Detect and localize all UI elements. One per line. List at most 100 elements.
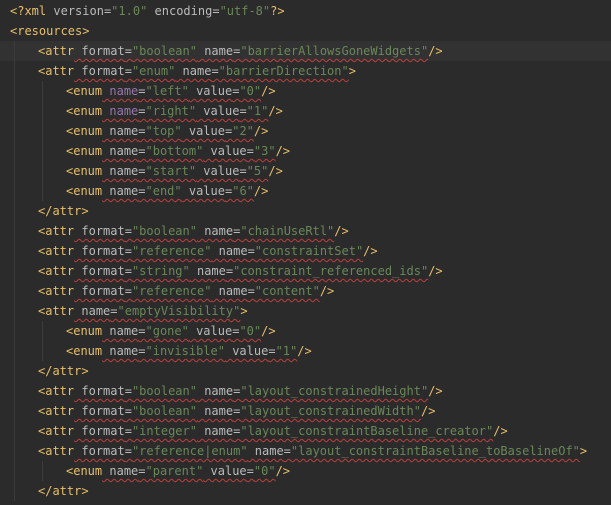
code-token: format — [74, 284, 125, 298]
code-editor[interactable]: <?xml version="1.0" encoding="utf-8"?> <r… — [0, 0, 611, 505]
code-token: = — [124, 444, 132, 458]
code-token: format — [74, 64, 125, 78]
code-line[interactable]: <attr format="boolean" name="chainUseRtl… — [0, 221, 611, 241]
code-token: = — [138, 464, 146, 478]
code-token: = — [138, 104, 146, 118]
code-line[interactable]: <enum name="gone" value="0"/> — [0, 321, 611, 341]
code-line[interactable]: <enum name="bottom" value="3"/> — [0, 141, 611, 161]
code-token: enum — [73, 324, 103, 338]
code-token: "0" — [239, 84, 262, 98]
code-token: name — [196, 404, 234, 418]
code-token: name — [196, 424, 234, 438]
code-token: = — [212, 4, 220, 18]
code-line[interactable]: <enum name="end" value="6"/> — [0, 181, 611, 201]
code-line[interactable]: </attr> — [0, 361, 611, 381]
code-token: value — [181, 124, 225, 138]
code-line[interactable]: <attr format="boolean" name="layout_cons… — [0, 401, 611, 421]
code-token: enum — [73, 104, 103, 118]
code-text: <enum name="top" value="2"/> — [66, 121, 268, 141]
code-token: name — [102, 324, 139, 338]
indent-guide — [14, 261, 15, 281]
code-text: <attr format="boolean" name="layout_cons… — [38, 401, 435, 421]
code-text: <enum name="invisible" value="1"/> — [66, 341, 312, 361]
indent-guide — [14, 141, 15, 161]
code-token: format — [74, 264, 125, 278]
code-token: /> — [319, 284, 335, 298]
code-token: "emptyVisibility" — [117, 304, 241, 318]
code-token: format — [74, 224, 125, 238]
code-token: attr — [52, 364, 82, 378]
code-line[interactable]: <enum name="top" value="2"/> — [0, 121, 611, 141]
code-line[interactable]: <attr format="boolean" name="layout_cons… — [0, 381, 611, 401]
code-token: encoding — [147, 4, 213, 18]
code-token: = — [138, 344, 146, 358]
code-token: format — [74, 44, 125, 58]
code-token: attr — [45, 224, 75, 238]
indent-guide — [14, 101, 15, 121]
indent-guide — [14, 121, 15, 141]
code-token: = — [124, 384, 132, 398]
code-token: = — [138, 144, 146, 158]
code-token: enum — [73, 184, 103, 198]
code-token: value — [188, 324, 233, 338]
code-line[interactable]: <enum name="invisible" value="1"/> — [0, 341, 611, 361]
code-token: /> — [261, 324, 276, 338]
indent-guide — [42, 101, 43, 121]
code-token: "1" — [246, 104, 269, 118]
code-token: "end" — [145, 184, 182, 198]
code-line[interactable]: <attr format="boolean" name="barrierAllo… — [0, 41, 611, 61]
indent-guide — [42, 81, 43, 101]
code-token: > — [81, 204, 89, 218]
code-token: = — [246, 464, 254, 478]
code-token: enum — [73, 464, 103, 478]
code-line[interactable]: <resources> — [0, 21, 611, 41]
code-text: <?xml version="1.0" encoding="utf-8"?> — [10, 1, 285, 21]
code-token: name — [102, 144, 139, 158]
code-token: > — [240, 304, 248, 318]
code-line[interactable]: <attr format="reference" name="constrain… — [0, 241, 611, 261]
code-line[interactable]: </attr> — [0, 201, 611, 221]
code-token: name — [196, 384, 234, 398]
code-line[interactable]: <attr format="reference|enum" name="layo… — [0, 441, 611, 461]
code-token: attr — [52, 484, 82, 498]
code-line[interactable]: <enum name="left" value="0"/> — [0, 81, 611, 101]
code-token: name — [175, 64, 212, 78]
code-line[interactable]: <attr format="reference" name="content"/… — [0, 281, 611, 301]
code-text: </attr> — [38, 481, 89, 501]
code-token: "0" — [253, 464, 276, 478]
code-token: format — [74, 244, 125, 258]
code-line[interactable]: <enum name="start" value="5"/> — [0, 161, 611, 181]
code-token: = — [211, 64, 219, 78]
code-token: format — [74, 404, 125, 418]
code-token: enum — [73, 344, 103, 358]
code-line[interactable]: </attr> — [0, 481, 611, 501]
indent-guide — [14, 461, 15, 481]
code-token: = — [124, 64, 132, 78]
code-token: = — [247, 284, 255, 298]
code-line[interactable]: <attr format="string" name="constraint_r… — [0, 261, 611, 281]
indent-guide — [14, 381, 15, 401]
code-token: name — [211, 284, 248, 298]
code-line[interactable]: <attr format="enum" name="barrierDirecti… — [0, 61, 611, 81]
code-token: value — [196, 164, 240, 178]
code-token: "layout_constraintBaseline_toBaselineOf" — [290, 444, 580, 458]
code-text: <attr format="reference" name="constrain… — [38, 241, 378, 261]
code-text: <resources> — [10, 21, 90, 41]
code-token: = — [138, 124, 146, 138]
code-text: <attr format="reference|enum" name="layo… — [38, 441, 587, 461]
code-token: /> — [334, 224, 349, 238]
code-text: <attr name="emptyVisibility"> — [38, 301, 248, 321]
code-token: xml — [24, 4, 47, 18]
indent-guide — [14, 361, 15, 381]
indent-guide — [14, 41, 15, 61]
code-token: "2" — [232, 124, 254, 138]
code-token: "reference" — [131, 284, 212, 298]
code-line[interactable]: <enum name="parent" value="0"/> — [0, 461, 611, 481]
indent-guide — [14, 61, 15, 81]
code-line[interactable]: <?xml version="1.0" encoding="utf-8"?> — [0, 1, 611, 21]
code-token: "parent" — [145, 464, 204, 478]
code-line[interactable]: <attr format="integer" name="layout_cons… — [0, 421, 611, 441]
code-line[interactable]: <attr name="emptyVisibility"> — [0, 301, 611, 321]
indent-guide — [42, 141, 43, 161]
code-line[interactable]: <enum name="right" value="1"/> — [0, 101, 611, 121]
